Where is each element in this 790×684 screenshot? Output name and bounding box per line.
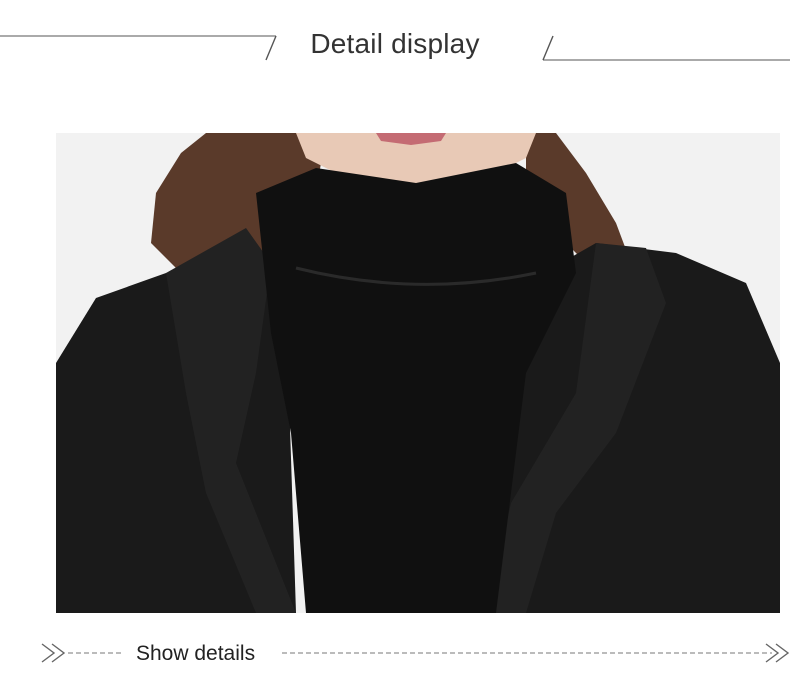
- section-title: Detail display: [310, 28, 480, 59]
- footer-decoration: [41, 643, 790, 663]
- section-header: Detail display: [0, 0, 790, 90]
- section-footer: Show details: [0, 630, 790, 676]
- show-details-label: Show details: [136, 642, 256, 665]
- coat-illustration: [56, 133, 780, 613]
- chevron-right-icon-left-1: [41, 643, 56, 663]
- product-detail-photo: [56, 133, 780, 613]
